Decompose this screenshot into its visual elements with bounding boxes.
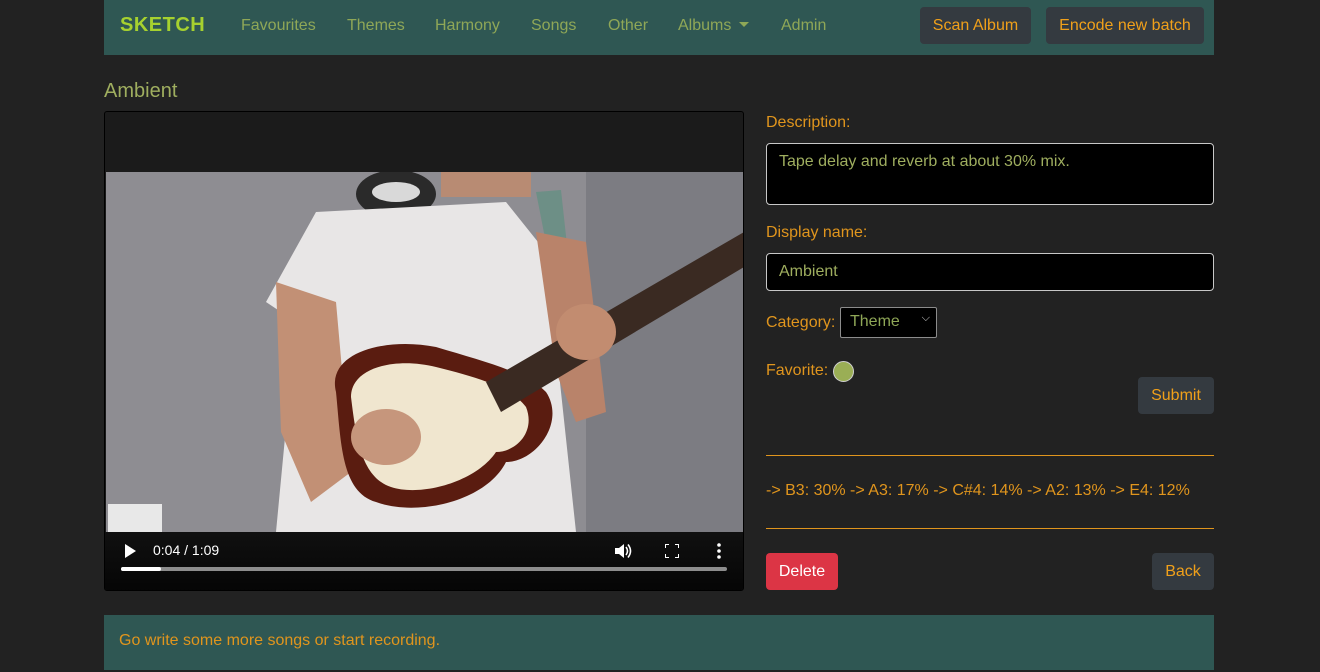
chevron-down-icon: ⌵ [921, 312, 930, 324]
video-still-image [106, 172, 743, 532]
nav-item-songs[interactable]: Songs [531, 17, 576, 35]
category-label: Category: [766, 314, 836, 331]
category-select-value: Theme [850, 313, 900, 330]
encode-new-batch-button[interactable]: Encode new batch [1046, 7, 1204, 44]
brand-logo[interactable]: SKETCH [120, 14, 205, 37]
video-player[interactable]: 0:04 / 1:09 [104, 111, 744, 591]
nav-item-harmony[interactable]: Harmony [435, 17, 500, 35]
nav-item-admin[interactable]: Admin [781, 17, 826, 35]
more-options-icon[interactable] [716, 543, 722, 559]
pitch-analysis-text: -> B3: 30% -> A3: 17% -> C#4: 14% -> A2:… [766, 482, 1190, 499]
nav-item-albums[interactable]: Albums [678, 17, 750, 35]
fullscreen-icon[interactable] [665, 544, 679, 558]
top-navbar: SKETCH Favourites Themes Harmony Songs O… [104, 0, 1214, 55]
play-icon[interactable] [124, 544, 136, 558]
category-select[interactable]: Theme ⌵ [840, 307, 937, 338]
description-label: Description: [766, 114, 851, 131]
video-controls: 0:04 / 1:09 [105, 532, 743, 590]
nav-item-favourites[interactable]: Favourites [241, 17, 316, 35]
display-name-label: Display name: [766, 224, 868, 241]
divider-top [766, 455, 1214, 456]
footer-alert: Go write some more songs or start record… [104, 615, 1214, 670]
display-name-field[interactable]: Ambient [766, 253, 1214, 291]
video-progress-fill [121, 567, 161, 571]
video-progress-bar[interactable] [121, 567, 727, 571]
delete-button[interactable]: Delete [766, 553, 838, 590]
nav-item-other[interactable]: Other [608, 17, 648, 35]
nav-item-albums-label: Albums [678, 17, 732, 34]
nav-item-themes[interactable]: Themes [347, 17, 405, 35]
caret-down-icon [739, 22, 750, 27]
footer-message: Go write some more songs or start record… [119, 632, 441, 649]
description-field[interactable]: Tape delay and reverb at about 30% mix. [766, 143, 1214, 205]
page-title: Ambient [104, 80, 178, 102]
divider-bottom [766, 528, 1214, 529]
video-frame [106, 172, 743, 532]
scan-album-button[interactable]: Scan Album [920, 7, 1031, 44]
back-button[interactable]: Back [1152, 553, 1214, 590]
favorite-toggle[interactable] [833, 361, 854, 382]
volume-icon[interactable] [615, 543, 633, 559]
video-time: 0:04 / 1:09 [153, 542, 220, 558]
submit-button[interactable]: Submit [1138, 377, 1214, 414]
favorite-label: Favorite: [766, 362, 829, 379]
